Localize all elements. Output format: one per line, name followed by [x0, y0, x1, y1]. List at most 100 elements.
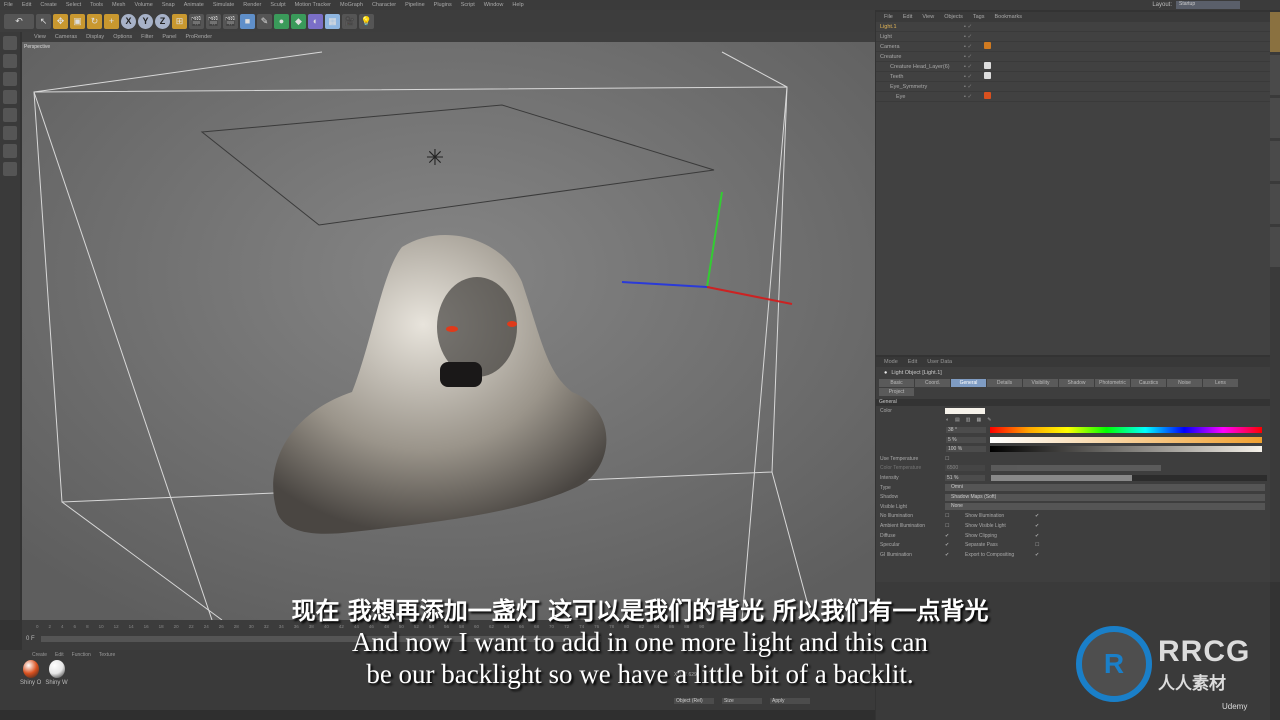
material-tag-icon[interactable] [984, 62, 991, 69]
menu-item-select[interactable]: Select [66, 2, 81, 8]
menu-item-render[interactable]: Render [243, 2, 261, 8]
object-name[interactable]: Light [876, 34, 964, 40]
tab-general[interactable]: General [951, 379, 986, 387]
color-wheel-icon[interactable]: ◐ [946, 417, 949, 423]
spline-pen-icon[interactable]: ✎ [257, 13, 272, 29]
saturation-slider[interactable] [990, 436, 1262, 443]
checkbox[interactable]: ✔ [1035, 523, 1039, 529]
checkbox[interactable]: ✔ [1035, 513, 1039, 519]
menu-item-character[interactable]: Character [372, 2, 396, 8]
menu-item-plugins[interactable]: Plugins [434, 2, 452, 8]
tab-content-browser[interactable] [1270, 98, 1280, 138]
object-row[interactable]: Light.1 ▪ ✓ [876, 22, 1270, 32]
polygons-mode-icon[interactable] [3, 126, 17, 140]
visible-light-dropdown[interactable]: None [945, 503, 1265, 511]
menu-item-file[interactable]: File [4, 2, 13, 8]
visibility-flags[interactable]: ▪ ✓ [964, 64, 984, 70]
om-menu-tags[interactable]: Tags [973, 14, 985, 20]
points-mode-icon[interactable] [3, 90, 17, 104]
am-menu-user-data[interactable]: User Data [927, 359, 952, 365]
value-field[interactable]: 100 % [946, 446, 986, 453]
tab-attributes[interactable] [1270, 184, 1280, 224]
hsv-icon[interactable]: ▦ [977, 417, 982, 423]
material-tag-icon[interactable] [984, 72, 991, 79]
visibility-flags[interactable]: ▪ ✓ [964, 94, 984, 100]
timeline-range-slider[interactable] [40, 636, 601, 642]
z-axis-toggle[interactable]: Z [155, 13, 170, 29]
menu-item-help[interactable]: Help [512, 2, 523, 8]
eyedropper-icon[interactable]: ✎ [987, 417, 991, 423]
visibility-flags[interactable]: ▪ ✓ [964, 24, 984, 30]
checkbox[interactable]: ✔ [1035, 533, 1039, 539]
coordinate-system-icon[interactable]: ⊞ [172, 13, 187, 29]
shadow-dropdown[interactable]: Shadow Maps (Soft) [945, 493, 1265, 501]
apply-button[interactable]: Apply [770, 698, 810, 704]
move-tool-icon[interactable]: ✥ [53, 13, 68, 29]
visibility-flags[interactable]: ▪ ✓ [964, 74, 984, 80]
object-row[interactable]: Creature ▪ ✓ [876, 52, 1270, 62]
viewport-menu-filter[interactable]: Filter [141, 34, 153, 40]
menu-item-mograph[interactable]: MoGraph [340, 2, 363, 8]
checkbox[interactable]: ✔ [945, 552, 965, 558]
layout-dropdown[interactable]: Startup [1176, 1, 1240, 9]
menu-item-volume[interactable]: Volume [134, 2, 152, 8]
rgb-icon[interactable]: ▥ [966, 417, 971, 423]
menu-item-tools[interactable]: Tools [90, 2, 103, 8]
menu-item-window[interactable]: Window [484, 2, 504, 8]
texture-mode-icon[interactable] [3, 72, 17, 86]
material-item[interactable]: Shiny W [45, 660, 68, 686]
y-axis-toggle[interactable]: Y [138, 13, 153, 29]
menu-item-edit[interactable]: Edit [22, 2, 31, 8]
visibility-flags[interactable]: ▪ ✓ [964, 44, 984, 50]
material-menu-edit[interactable]: Edit [55, 652, 64, 658]
tab-visibility[interactable]: Visibility [1023, 379, 1058, 387]
menu-item-sculpt[interactable]: Sculpt [270, 2, 285, 8]
coordinate-mode-dropdown[interactable]: Object (Rel) [674, 698, 714, 704]
tab-photometric[interactable]: Photometric [1095, 379, 1130, 387]
menu-item-simulate[interactable]: Simulate [213, 2, 234, 8]
checkbox[interactable]: ✔ [1035, 552, 1039, 558]
position-x-value[interactable]: 190.629 [679, 672, 697, 678]
material-menu-function[interactable]: Function [72, 652, 91, 658]
subdivision-icon[interactable]: ● [274, 13, 289, 29]
menu-item-animate[interactable]: Animate [184, 2, 204, 8]
intensity-slider[interactable] [991, 474, 1267, 481]
object-row[interactable]: Teeth ▪ ✓ [876, 72, 1270, 82]
timeline-ruler[interactable]: 0 2 4 6 8 10 12 14 16 18 20 22 24 26 28 30 32 34 36 38 40 42 4… [22, 620, 875, 632]
checkbox[interactable]: ✔ [945, 533, 965, 539]
tab-structure[interactable] [1270, 141, 1280, 181]
tab-objects[interactable] [1270, 12, 1280, 52]
am-menu-edit[interactable]: Edit [908, 359, 917, 365]
am-menu-mode[interactable]: Mode [884, 359, 898, 365]
select-tool-icon[interactable]: ↖ [36, 13, 51, 29]
color-temperature-slider[interactable] [991, 465, 1161, 472]
3d-viewport[interactable]: View Cameras Display Options Filter Panel ProR… [22, 32, 875, 620]
object-name[interactable]: Creature [876, 54, 964, 60]
tab-noise[interactable]: Noise [1167, 379, 1202, 387]
render-settings-icon[interactable]: 🎬 [223, 13, 238, 29]
x-axis-toggle[interactable]: X [121, 13, 136, 29]
sculpt-icon[interactable] [3, 162, 17, 176]
current-frame-field[interactable]: 0 F [26, 636, 35, 642]
checkbox[interactable]: ✔ [945, 542, 965, 548]
tab-caustics[interactable]: Caustics [1131, 379, 1166, 387]
material-tag-icon[interactable] [984, 92, 991, 99]
viewport-menu-options[interactable]: Options [113, 34, 132, 40]
color-temperature-field[interactable]: 6500 [945, 465, 985, 472]
menu-item-script[interactable]: Script [461, 2, 475, 8]
light-icon[interactable]: 💡 [359, 13, 374, 29]
menu-item-create[interactable]: Create [40, 2, 57, 8]
object-name[interactable]: Light.1 [876, 24, 964, 30]
snap-icon[interactable] [3, 144, 17, 158]
om-menu-edit[interactable]: Edit [903, 14, 912, 20]
size-mode-dropdown[interactable]: Size [722, 698, 762, 704]
menu-item-pipeline[interactable]: Pipeline [405, 2, 425, 8]
value-slider[interactable] [990, 446, 1262, 453]
viewport-menu-prorender[interactable]: ProRender [185, 34, 212, 40]
object-name[interactable]: Teeth [876, 74, 964, 80]
use-temperature-checkbox[interactable]: ☐ [945, 456, 949, 462]
checkbox[interactable]: ☐ [945, 523, 965, 529]
tab-basic[interactable]: Basic [879, 379, 914, 387]
tab-shadow[interactable]: Shadow [1059, 379, 1094, 387]
om-menu-objects[interactable]: Objects [944, 14, 963, 20]
